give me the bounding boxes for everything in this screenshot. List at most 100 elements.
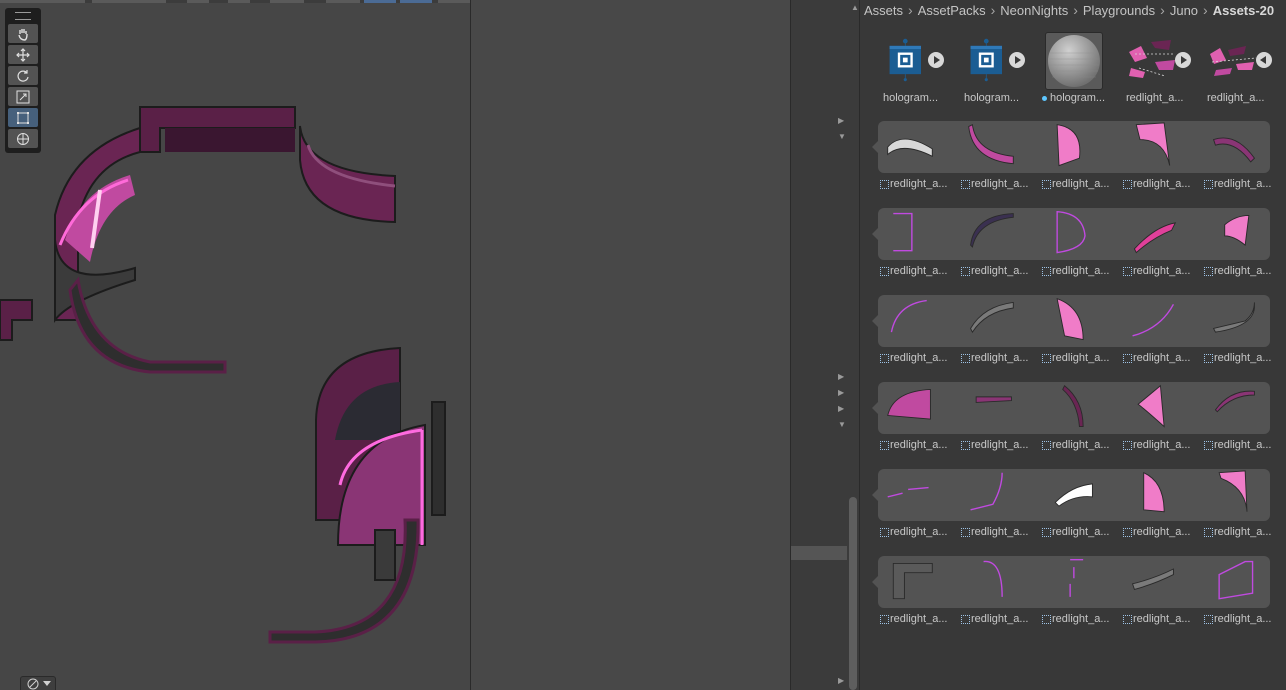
sub-asset-label: redlight_a... <box>1133 178 1191 190</box>
sub-asset-label: redlight_a... <box>971 526 1029 538</box>
sub-asset-item[interactable]: redlight_a... <box>1204 295 1276 365</box>
collapse-model-button[interactable] <box>1256 52 1272 68</box>
asset-item-prefab[interactable]: hologram... <box>880 32 950 106</box>
sub-asset-label-row: redlight_a... <box>1123 613 1203 625</box>
sub-asset-item[interactable]: redlight_a... <box>1123 208 1195 278</box>
sub-asset-label-row: redlight_a... <box>880 613 960 625</box>
asset-item-model[interactable]: redlight_a... <box>1123 32 1193 106</box>
expand-model-button[interactable] <box>1175 52 1191 68</box>
folder-tree-scroll-thumb[interactable] <box>849 497 857 690</box>
asset-item-prefab[interactable]: hologram... <box>961 32 1031 106</box>
sub-asset-label-row: redlight_a... <box>1042 352 1122 364</box>
sub-asset-item[interactable]: redlight_a... <box>1123 469 1195 539</box>
expand-arrow-icon[interactable]: ▶ <box>838 405 844 413</box>
sub-asset-item[interactable]: redlight_a... <box>880 382 952 452</box>
material-dot-icon <box>1042 95 1047 101</box>
game-view-panel[interactable] <box>471 0 791 690</box>
expand-arrow-icon[interactable]: ▶ <box>838 677 844 685</box>
mesh-preview-thumb <box>1143 471 1165 513</box>
sub-asset-item[interactable]: redlight_a... <box>1204 208 1276 278</box>
hand-tool-button[interactable] <box>8 24 38 43</box>
sub-asset-item[interactable]: redlight_a... <box>1123 121 1195 191</box>
sub-asset-item[interactable]: redlight_a... <box>961 556 1033 626</box>
mesh-preview-thumb <box>1212 137 1256 163</box>
move-tool-button[interactable] <box>8 45 38 64</box>
mesh-preview-thumb <box>892 562 933 600</box>
expand-prefab-button[interactable] <box>1009 52 1025 68</box>
sub-asset-item[interactable]: redlight_a... <box>880 121 952 191</box>
collapse-arrow-icon[interactable]: ▼ <box>838 421 846 429</box>
mesh-icon <box>880 353 889 363</box>
sub-asset-item[interactable]: redlight_a... <box>961 295 1033 365</box>
breadcrumb-item[interactable]: AssetPacks <box>914 3 990 18</box>
sub-asset-item[interactable]: redlight_a... <box>1204 382 1276 452</box>
sub-asset-item[interactable]: redlight_a... <box>1204 469 1276 539</box>
mesh-icon <box>1042 527 1051 537</box>
sub-asset-item[interactable]: redlight_a... <box>1123 556 1195 626</box>
sub-asset-item[interactable]: redlight_a... <box>1042 121 1114 191</box>
model-preview-thumb <box>1129 40 1175 78</box>
scene-view[interactable] <box>0 0 471 690</box>
selected-folder-row[interactable] <box>791 546 847 560</box>
sub-asset-item[interactable]: redlight_a... <box>1123 295 1195 365</box>
sub-asset-item[interactable]: redlight_a... <box>880 469 952 539</box>
breadcrumb-item[interactable]: Juno <box>1166 3 1202 18</box>
rotate-tool-button[interactable] <box>8 66 38 85</box>
hand-icon <box>18 28 28 41</box>
sub-asset-item[interactable]: redlight_a... <box>880 295 952 365</box>
sub-asset-label-row: redlight_a... <box>1204 526 1284 538</box>
breadcrumb-item[interactable]: NeonNights <box>996 3 1072 18</box>
sub-asset-item[interactable]: redlight_a... <box>880 556 952 626</box>
asset-label: redlight_a... <box>1126 92 1184 104</box>
expand-prefab-button[interactable] <box>928 52 944 68</box>
sub-asset-item[interactable]: redlight_a... <box>1042 469 1114 539</box>
scale-tool-button[interactable] <box>8 87 38 106</box>
mesh-icon <box>1042 440 1051 450</box>
sub-asset-label-row: redlight_a... <box>1042 178 1122 190</box>
sub-asset-item[interactable]: redlight_a... <box>1042 382 1114 452</box>
mesh-preview-thumb <box>887 138 933 158</box>
sub-asset-label-row: redlight_a... <box>1123 526 1203 538</box>
mesh-icon <box>1204 614 1213 624</box>
mesh-icon <box>880 266 889 276</box>
sub-asset-label-row: redlight_a... <box>1204 265 1284 277</box>
sub-asset-item[interactable]: redlight_a... <box>1204 121 1276 191</box>
row-fold-arrow-icon <box>872 401 879 415</box>
sub-asset-item[interactable]: redlight_a... <box>961 208 1033 278</box>
sub-asset-item[interactable]: redlight_a... <box>961 121 1033 191</box>
asset-item-material[interactable]: hologram... <box>1042 32 1112 106</box>
sub-asset-label: redlight_a... <box>971 439 1029 451</box>
mesh-preview-thumb <box>1214 390 1255 413</box>
project-browser[interactable]: Assets › AssetPacks › NeonNights › Playgrou… <box>860 0 1286 690</box>
scroll-up-arrow-icon[interactable]: ▲ <box>851 4 859 12</box>
model-preview-thumb <box>1210 46 1257 76</box>
rect-tool-button[interactable] <box>8 108 38 127</box>
expand-arrow-icon[interactable]: ▶ <box>838 117 844 125</box>
breadcrumb-current[interactable]: Assets-20 <box>1209 3 1278 18</box>
sub-asset-item[interactable]: redlight_a... <box>961 469 1033 539</box>
breadcrumb-item[interactable]: Playgrounds <box>1079 3 1159 18</box>
breadcrumb: Assets › AssetPacks › NeonNights › Playgrou… <box>860 0 1286 20</box>
sub-asset-label: redlight_a... <box>890 613 948 625</box>
collapse-arrow-icon[interactable]: ▼ <box>838 133 846 141</box>
sub-asset-label: redlight_a... <box>890 178 948 190</box>
sub-asset-item[interactable]: redlight_a... <box>1204 556 1276 626</box>
breadcrumb-item[interactable]: Assets <box>860 3 907 18</box>
toolbar-drag-handle[interactable] <box>15 12 31 20</box>
sub-asset-item[interactable]: redlight_a... <box>1042 556 1114 626</box>
sub-asset-item[interactable]: redlight_a... <box>880 208 952 278</box>
breadcrumb-separator: › <box>1073 2 1078 18</box>
sub-asset-item[interactable]: redlight_a... <box>961 382 1033 452</box>
mesh-icon <box>1204 179 1213 189</box>
gizmo-dropdown-button[interactable] <box>20 676 56 690</box>
expand-arrow-icon[interactable]: ▶ <box>838 389 844 397</box>
mesh-preview-thumb <box>1056 210 1086 254</box>
sub-asset-item[interactable]: redlight_a... <box>1123 382 1195 452</box>
asset-item-model[interactable]: redlight_a... <box>1204 32 1274 106</box>
expand-arrow-icon[interactable]: ▶ <box>838 373 844 381</box>
sub-asset-label-row: redlight_a... <box>1204 178 1284 190</box>
mesh-preview-thumb <box>1135 122 1171 166</box>
transform-tool-button[interactable] <box>8 129 38 148</box>
sub-asset-item[interactable]: redlight_a... <box>1042 208 1114 278</box>
sub-asset-item[interactable]: redlight_a... <box>1042 295 1114 365</box>
